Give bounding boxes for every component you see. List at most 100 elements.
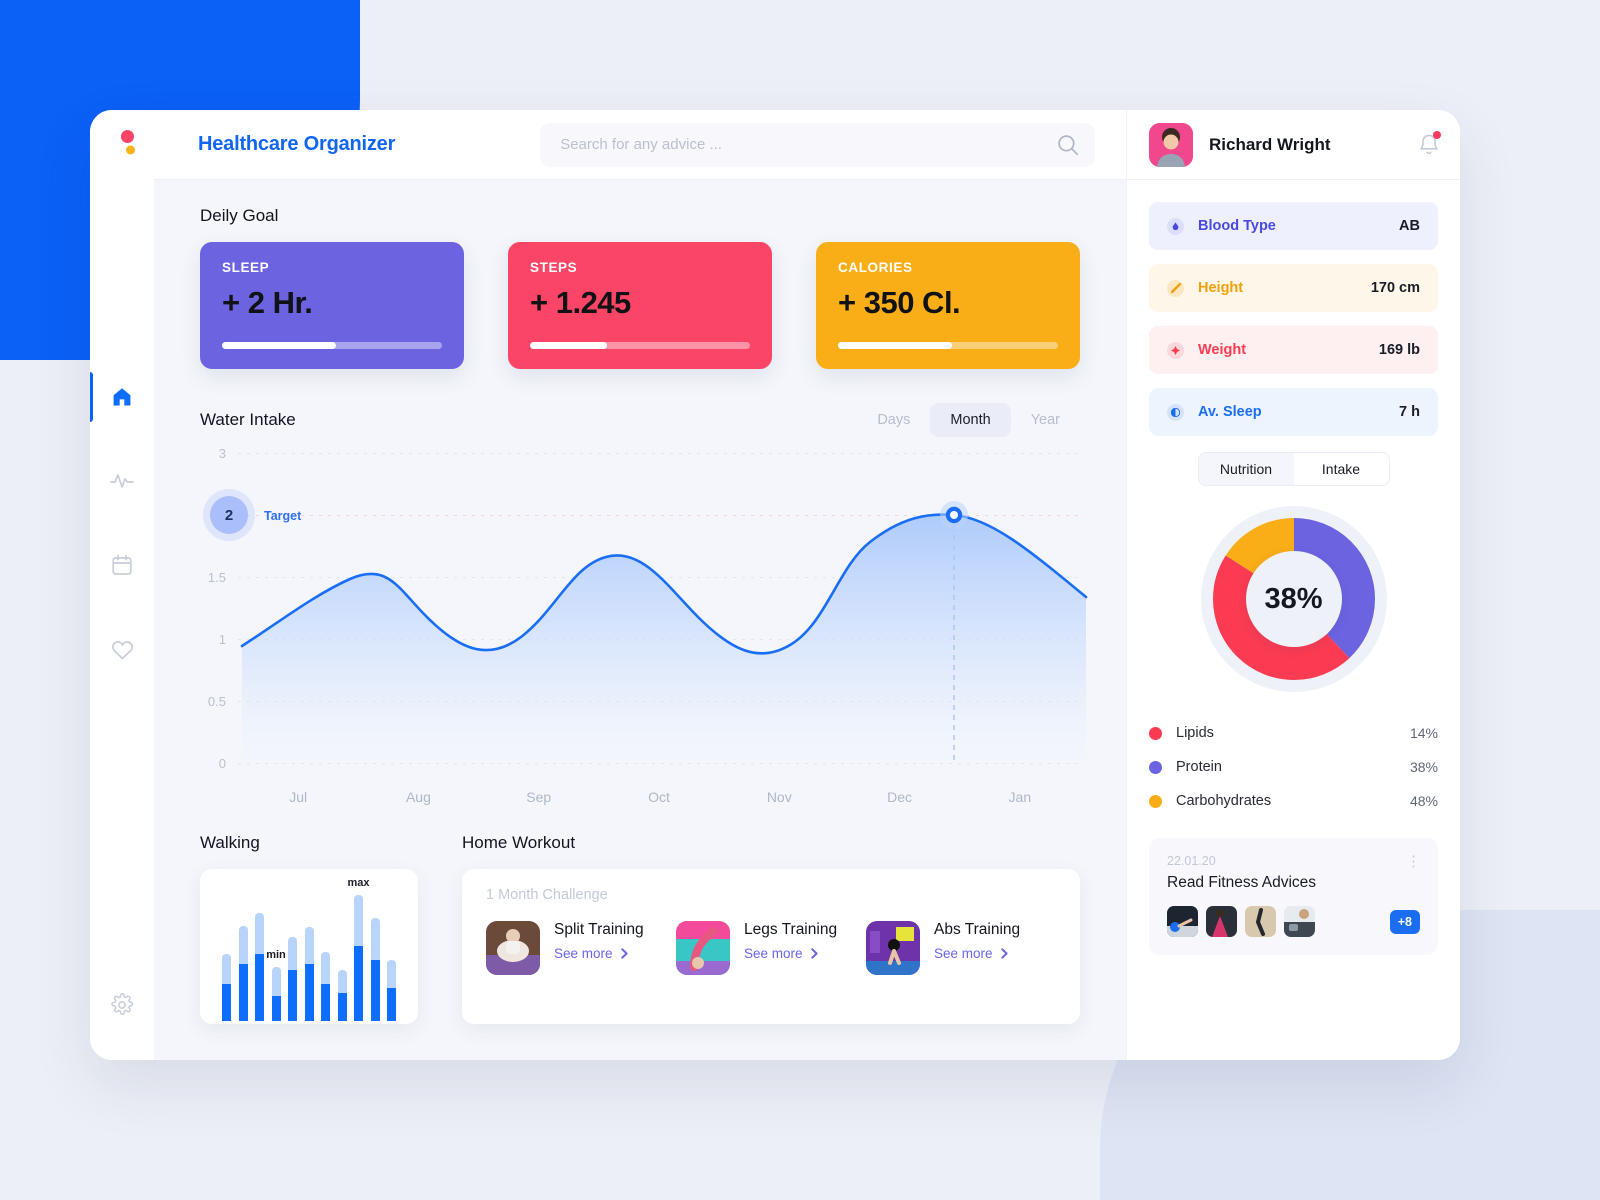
logo-glyph-icon (109, 130, 135, 157)
y-tick-1: 1 (218, 632, 226, 647)
walking-bar-upper (288, 937, 297, 970)
advice-thumb-1[interactable] (1167, 906, 1198, 937)
range-option-days[interactable]: Days (857, 403, 930, 437)
see-more-link[interactable]: See more (744, 946, 837, 961)
screen: Healthcare Organizer Deily Goal SLEEP (0, 0, 1600, 1200)
chevron-right-icon (1000, 948, 1008, 959)
goal-card-steps[interactable]: STEPS + 1.245 (508, 242, 772, 369)
stat-label: Blood Type (1198, 218, 1276, 234)
x-tick-aug: Aug (405, 789, 431, 805)
walking-bar: min (266, 949, 286, 1021)
advice-thumb-3[interactable] (1245, 906, 1276, 937)
advice-thumb-2[interactable] (1206, 906, 1237, 937)
advice-card[interactable]: ⋮ 22.01.20 Read Fitness Advices +8 (1149, 838, 1438, 955)
top-bar: Healthcare Organizer (154, 110, 1126, 180)
legend-value: 38% (1409, 759, 1438, 775)
advice-thumb-4[interactable] (1284, 906, 1315, 937)
advice-thumbnails: +8 (1167, 906, 1420, 937)
sidebar-item-activity[interactable] (90, 464, 154, 498)
legend-item-carbohydrates: Carbohydrates 48% (1149, 784, 1438, 818)
see-more-label: See more (744, 946, 803, 961)
walking-bar (222, 953, 231, 1021)
kebab-menu-icon[interactable]: ⋮ (1406, 852, 1422, 870)
avatar[interactable] (1149, 122, 1193, 167)
workout-item-legs-training[interactable]: Legs Training See more (676, 921, 866, 975)
legend-color-dot (1149, 726, 1162, 740)
tab-nutrition[interactable]: Nutrition (1198, 453, 1294, 485)
walking-bar-lower (222, 983, 231, 1021)
workout-list: Split Training See more Legs Training Se… (486, 921, 1056, 975)
logo-icon (106, 130, 138, 160)
app-logo[interactable] (90, 110, 154, 180)
workout-item-abs-training[interactable]: Abs Training See more (866, 921, 1056, 975)
moon-glyph-icon (1171, 407, 1180, 417)
home-workout-panel: 1 Month Challenge Split Training See mor… (462, 869, 1080, 1024)
see-more-label: See more (554, 946, 613, 961)
water-intake-svg (240, 501, 1088, 763)
left-sidebar (90, 110, 154, 1060)
range-option-month[interactable]: Month (930, 403, 1011, 437)
walking-bar-lower (387, 988, 396, 1021)
workout-item-name: Abs Training (934, 921, 1021, 938)
range-option-year[interactable]: Year (1011, 403, 1080, 437)
advice-thumb-2-image-icon (1206, 906, 1237, 937)
active-indicator (90, 372, 93, 422)
legs-training-image-icon (676, 921, 730, 975)
walking-bar-lower (337, 993, 347, 1021)
notifications-button[interactable] (1412, 128, 1446, 162)
weight-icon (1167, 341, 1184, 359)
daily-goal-title: Deily Goal (200, 206, 279, 225)
see-more-link[interactable]: See more (934, 946, 1020, 961)
sidebar-item-calendar[interactable] (90, 548, 154, 582)
x-tick-sep: Sep (526, 789, 552, 805)
search-input[interactable] (540, 122, 1096, 167)
goal-card-label: CALORIES (838, 260, 913, 275)
sidebar-item-home[interactable] (90, 372, 154, 422)
bottom-row: Walking min max Home Workout 1 Month Chal… (200, 833, 1080, 1024)
workout-item-text: Abs Training See more (934, 921, 1020, 961)
goal-card-sleep[interactable]: SLEEP + 2 Hr. (200, 242, 464, 369)
nutrition-donut-chart: 38% (1200, 506, 1387, 692)
stat-value: 170 cm (1370, 280, 1420, 296)
sidebar-item-favorites[interactable] (90, 632, 154, 666)
nutrition-donut-container: 38% (1149, 506, 1438, 692)
sidebar-item-settings[interactable] (90, 988, 154, 1022)
walking-bar (387, 959, 396, 1021)
search-icon[interactable] (1057, 134, 1079, 161)
stat-value: AB (1399, 218, 1420, 234)
workout-item-name: Split Training (554, 921, 644, 938)
goal-card-calories[interactable]: CALORIES + 350 Cl. (816, 242, 1080, 369)
tab-intake[interactable]: Intake (1294, 453, 1389, 485)
legend-label: Lipids (1176, 725, 1214, 741)
walking-bar: max (347, 877, 370, 1021)
blood-drop-glyph-icon (1172, 221, 1179, 230)
water-intake-chart: 3 1.5 1 0.5 0 2 Target Jul Aug Sep Oct N… (200, 446, 1088, 805)
ruler-icon (1167, 279, 1184, 297)
see-more-label: See more (934, 946, 993, 961)
advice-more-count[interactable]: +8 (1389, 909, 1420, 934)
advice-thumb-4-image-icon (1284, 906, 1315, 937)
goal-progress-bar (838, 342, 1058, 349)
workout-item-name: Legs Training (744, 921, 838, 938)
walking-bar-upper (271, 966, 281, 997)
legend-color-dot (1149, 760, 1162, 774)
calendar-icon (112, 554, 132, 575)
walking-bar-upper (255, 912, 264, 954)
goal-card-label: SLEEP (222, 260, 270, 275)
stat-label: Height (1198, 280, 1244, 296)
workout-item-text: Split Training See more (554, 921, 644, 961)
legend-value: 14% (1409, 725, 1438, 741)
advice-thumb-1-image-icon (1167, 906, 1198, 937)
walking-bar-annotation: min (266, 948, 286, 961)
gear-icon (111, 993, 134, 1016)
goal-card-label: STEPS (530, 260, 578, 275)
walking-bar (288, 937, 297, 1021)
workout-item-split-training[interactable]: Split Training See more (486, 921, 676, 975)
walking-bar-lower (238, 963, 248, 1021)
y-tick-1_5: 1.5 (207, 570, 226, 585)
y-tick-3: 3 (218, 446, 226, 461)
walking-bar (255, 912, 264, 1021)
donut-center-value: 38% (1264, 582, 1323, 615)
activity-pulse-icon (110, 474, 134, 488)
see-more-link[interactable]: See more (554, 946, 644, 961)
